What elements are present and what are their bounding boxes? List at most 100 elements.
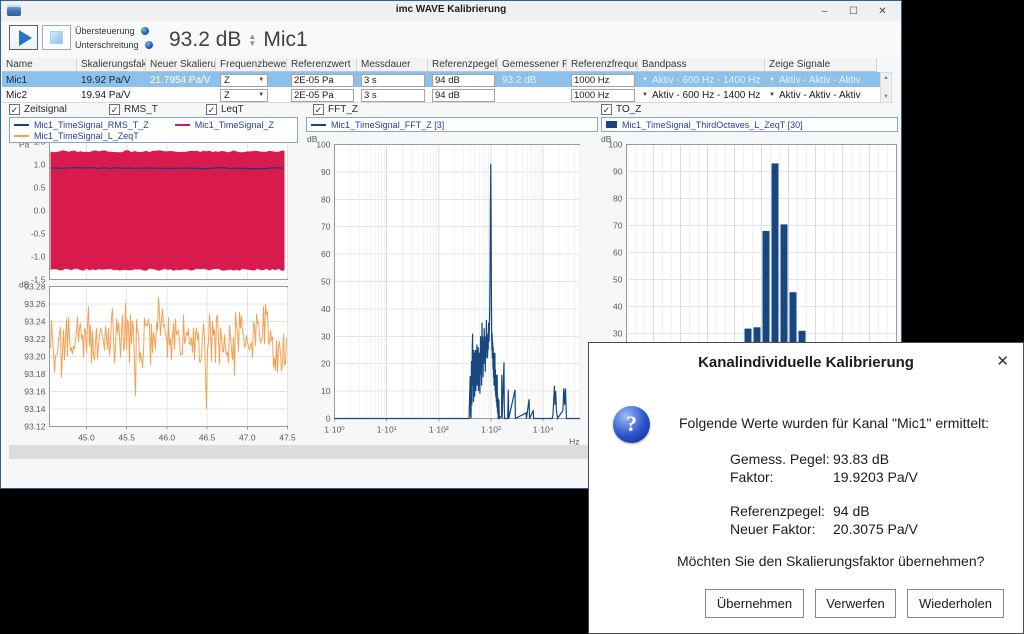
discard-button[interactable]: Verwerfen xyxy=(815,589,896,618)
screen: imc WAVE Kalibrierung – ☐ ✕ Übersteuerun… xyxy=(0,0,1024,634)
legend-row: Mic1_TimeSignal_L_ZeqT xyxy=(14,130,293,141)
dialog-value-row: Faktor:19.9203 Pa/V xyxy=(730,468,918,486)
checkbox-rms_t[interactable]: ✓RMS_T xyxy=(109,104,158,115)
svg-text:45.5: 45.5 xyxy=(118,433,135,443)
overload-label: Übersteuerung xyxy=(75,26,135,36)
frequenzbewertung-select[interactable]: Z▼ xyxy=(220,74,268,87)
channel-name: Mic1 xyxy=(263,28,307,52)
cell-neuer_wert xyxy=(146,87,216,102)
minimize-icon[interactable]: – xyxy=(810,1,839,21)
stop-measurement-button[interactable] xyxy=(42,25,71,50)
titlebar[interactable]: imc WAVE Kalibrierung – ☐ ✕ xyxy=(1,1,901,21)
dialog-values: Gemess. Pegel:93.83 dBFaktor:19.9203 Pa/… xyxy=(730,450,918,538)
chevron-down-icon: ▼ xyxy=(642,77,648,83)
column-header[interactable]: Skalierungsfaktor xyxy=(77,58,146,72)
referenzpegel-input[interactable] xyxy=(432,74,495,87)
fft-legend[interactable]: Mic1_TimeSignal_FFT_Z [3] xyxy=(306,117,598,132)
svg-text:93.14: 93.14 xyxy=(24,404,46,414)
accept-button[interactable]: Übernehmen xyxy=(705,589,804,618)
cell-frequenzbewertung: Z▼ xyxy=(216,72,287,87)
start-measurement-button[interactable] xyxy=(9,25,38,50)
repeat-button[interactable]: Wiederholen xyxy=(907,589,1004,618)
cell-frequenzbewertung: Z▼ xyxy=(216,87,287,102)
frequenzbewertung-select[interactable]: Z▼ xyxy=(220,89,268,102)
column-header[interactable]: Neuer Skalierungsf... xyxy=(146,58,216,72)
maximize-icon[interactable]: ☐ xyxy=(839,1,868,21)
column-header[interactable]: Bandpass xyxy=(638,58,765,72)
legend-line-icon xyxy=(14,135,29,137)
svg-text:0.5: 0.5 xyxy=(34,183,46,193)
svg-text:dB: dB xyxy=(601,134,612,144)
scroll-down-icon[interactable]: ▼ xyxy=(881,92,891,102)
checkbox-icon: ✓ xyxy=(206,104,217,115)
svg-text:1·10²: 1·10² xyxy=(429,425,449,435)
referenzfrequenz-input[interactable] xyxy=(571,74,635,87)
cell-gemessener_pegel xyxy=(498,87,567,102)
scroll-up-icon[interactable]: ▲ xyxy=(881,73,891,83)
chevron-down-icon: ▼ xyxy=(258,92,264,98)
referenzpegel-input[interactable] xyxy=(432,89,495,102)
column-header[interactable]: Gemessener Pegel xyxy=(498,58,567,72)
legend-line-icon xyxy=(175,124,190,126)
referenzwert-input[interactable] xyxy=(291,74,354,87)
svg-text:93.12: 93.12 xyxy=(24,422,46,432)
fft-chart[interactable]: 1009080706050403020100dB1·10⁰1·10¹1·10²1… xyxy=(301,134,593,446)
cell-skalierungsfaktor: 19.92 Pa/V xyxy=(77,72,146,87)
column-header[interactable]: Referenzfrequenz xyxy=(567,58,638,72)
svg-text:0: 0 xyxy=(326,414,331,424)
cell-messdauer xyxy=(357,87,428,102)
messdauer-input[interactable] xyxy=(361,89,425,102)
cell-zeige_signale: ▼Aktiv - Aktiv - Aktiv xyxy=(765,72,877,87)
referenzfrequenz-input[interactable] xyxy=(571,89,635,102)
toolbar: Übersteuerung Unterschreitung 93.2 dB ▲ … xyxy=(1,21,901,58)
cell-name: Mic2 xyxy=(2,87,77,102)
checkbox-leqt[interactable]: ✓LeqT xyxy=(206,104,244,115)
chevron-down-icon: ▼ xyxy=(769,77,775,83)
checkbox-to_z[interactable]: ✓TO_Z xyxy=(601,104,641,115)
referenzwert-input[interactable] xyxy=(291,89,354,102)
dialog-title: Kanalindividuelle Kalibrierung xyxy=(589,354,1023,371)
svg-text:0.0: 0.0 xyxy=(34,206,46,216)
legend-row: Mic1_TimeSignal_ThirdOctaves_L_ZeqT [30] xyxy=(606,119,893,130)
checkbox-zeitsignal[interactable]: ✓Zeitsignal xyxy=(9,104,67,115)
measured-level-value: 93.2 dB xyxy=(169,28,241,52)
legend-swatch-icon xyxy=(606,121,617,128)
svg-text:1·10¹: 1·10¹ xyxy=(377,425,397,435)
spinner-down-icon[interactable]: ▼ xyxy=(248,40,256,47)
svg-text:dB: dB xyxy=(19,280,30,290)
svg-text:1.0: 1.0 xyxy=(34,160,46,170)
svg-text:80: 80 xyxy=(321,194,331,204)
window-controls: – ☐ ✕ xyxy=(810,1,897,21)
legend-item: Mic1_TimeSignal_Z xyxy=(175,120,274,130)
column-header[interactable]: Referenzpegel xyxy=(428,58,498,72)
cell-bandpass: ▼Aktiv - 600 Hz - 1400 Hz xyxy=(638,87,765,102)
svg-text:-1.0: -1.0 xyxy=(31,252,46,262)
legend-row: Mic1_TimeSignal_RMS_T_ZMic1_TimeSignal_Z xyxy=(14,119,293,130)
svg-text:dB: dB xyxy=(307,134,318,144)
level-display: 93.2 dB ▲ ▼ Mic1 xyxy=(169,21,308,58)
cell-gemessener_pegel: 93.2 dB xyxy=(498,72,567,87)
time-signal-chart[interactable]: 1.51.00.50.0-0.5-1.0-1.5Pa93.2893.2693.2… xyxy=(9,134,299,446)
messdauer-input[interactable] xyxy=(361,74,425,87)
third-octave-legend[interactable]: Mic1_TimeSignal_ThirdOctaves_L_ZeqT [30] xyxy=(601,117,898,132)
svg-text:80: 80 xyxy=(613,194,623,204)
svg-text:93.26: 93.26 xyxy=(24,299,46,309)
column-header[interactable]: Messdauer xyxy=(357,58,428,72)
time-signal-legend[interactable]: Mic1_TimeSignal_RMS_T_ZMic1_TimeSignal_Z… xyxy=(9,117,298,143)
table-vertical-scrollbar[interactable]: ▲▼ xyxy=(880,72,892,103)
channels-table: NameSkalierungsfaktorNeuer Skalierungsf.… xyxy=(2,58,891,103)
underrun-label: Unterschreitung xyxy=(75,40,139,50)
dialog-close-icon[interactable]: ✕ xyxy=(996,352,1009,370)
table-row[interactable]: Mic119.92 Pa/V21.7954 Pa/VZ▼93.2 dB▼Akti… xyxy=(2,72,891,87)
close-icon[interactable]: ✕ xyxy=(868,1,897,21)
checkbox-icon: ✓ xyxy=(109,104,120,115)
column-header[interactable]: Frequenzbewertung xyxy=(216,58,287,72)
column-header[interactable]: Referenzwert xyxy=(287,58,357,72)
svg-text:70: 70 xyxy=(321,222,331,232)
checkbox-fft_z[interactable]: ✓FFT_Z xyxy=(313,104,358,115)
column-header[interactable]: Name xyxy=(2,58,77,72)
column-header[interactable]: Zeige Signale xyxy=(765,58,877,72)
table-row[interactable]: Mic219.94 Pa/VZ▼▼Aktiv - 600 Hz - 1400 H… xyxy=(2,87,891,103)
channel-spinner[interactable]: ▲ ▼ xyxy=(248,33,256,47)
cell-referenzwert xyxy=(287,87,357,102)
